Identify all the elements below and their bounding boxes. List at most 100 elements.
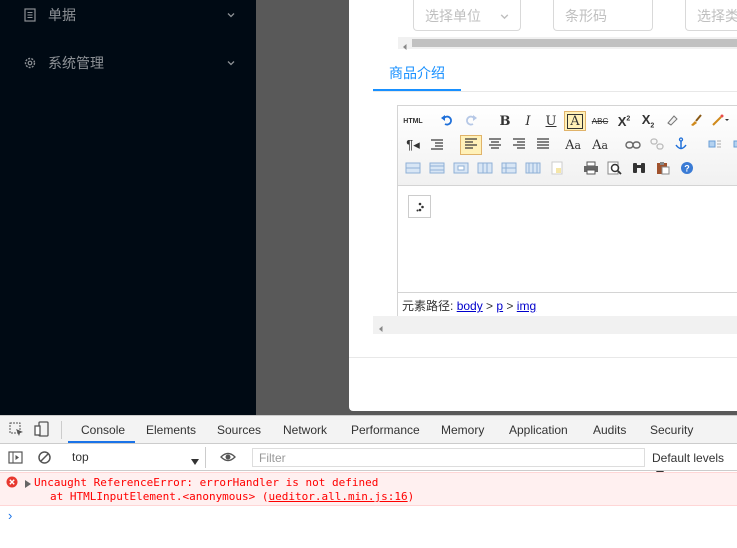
insert-col-button[interactable] (474, 159, 496, 179)
print-button[interactable] (580, 159, 602, 179)
arrow-left-icon[interactable] (401, 39, 409, 54)
tab-audits[interactable]: Audits (593, 423, 626, 437)
insert-row-button[interactable] (426, 159, 448, 179)
help-icon: ? (680, 161, 694, 178)
image-left-button[interactable] (704, 135, 726, 155)
paragraph-icon: ¶◂ (406, 137, 420, 152)
auto-format-button[interactable] (709, 111, 731, 131)
tab-console[interactable]: Console (81, 423, 125, 437)
link-button[interactable] (622, 135, 644, 155)
align-left-button[interactable] (460, 135, 482, 155)
strikethrough-button[interactable]: ABC (589, 111, 611, 131)
inspect-element-icon[interactable] (9, 422, 25, 441)
superscript-button[interactable]: X2 (613, 111, 635, 131)
font-case-icon: Aa (565, 137, 581, 153)
indent-button[interactable] (426, 135, 448, 155)
clipboard-icon (655, 161, 671, 178)
tab-memory[interactable]: Memory (441, 423, 484, 437)
subscript-button[interactable]: X2 (637, 111, 659, 131)
align-right-button[interactable] (508, 135, 530, 155)
modal-footer-divider (349, 357, 737, 358)
justify-icon (536, 137, 550, 153)
paste-plain-button[interactable] (652, 159, 674, 179)
table-row-icon (429, 162, 445, 177)
magnifier-icon (607, 161, 623, 178)
lowercase-button[interactable]: Aa (562, 135, 584, 155)
tab-product-intro[interactable]: 商品介绍 (389, 63, 445, 83)
justify-button[interactable] (532, 135, 554, 155)
editor-content[interactable] (398, 187, 737, 291)
toolbar-divider (61, 421, 62, 439)
console-prompt-icon[interactable]: › (8, 508, 12, 523)
underline-button[interactable]: U (540, 111, 562, 131)
barcode-input[interactable]: 条形码 (553, 0, 653, 31)
sidebar-item-label: 单据 (48, 7, 76, 23)
path-link-p[interactable]: p (496, 299, 503, 313)
tab-security[interactable]: Security (650, 423, 693, 437)
editor-horizontal-scrollbar[interactable] (373, 316, 737, 334)
insert-table-button[interactable] (402, 159, 424, 179)
anchor-button[interactable] (670, 135, 692, 155)
direction-ltr-button[interactable]: ¶◂ (402, 135, 424, 155)
image-center-button[interactable] (726, 135, 737, 155)
sidebar-toggle-icon[interactable] (8, 450, 23, 468)
delete-table-button[interactable] (546, 159, 568, 179)
sidebar-item-system[interactable]: 系统管理 (22, 51, 242, 75)
preview-button[interactable] (604, 159, 626, 179)
sidebar-item-label: 系统管理 (48, 55, 104, 71)
sidebar-item-documents[interactable]: 单据 (22, 3, 242, 27)
type-select[interactable]: 选择类 (685, 0, 737, 31)
expand-triangle-icon[interactable] (25, 478, 31, 491)
editor-toolbar: HTML B I U A ABC X2 X2 ¶◂ Aa Aa ? (398, 106, 737, 186)
tab-performance[interactable]: Performance (351, 423, 420, 437)
search-replace-button[interactable] (628, 159, 650, 179)
arrow-left-icon[interactable] (377, 321, 385, 336)
path-link-body[interactable]: body (457, 299, 483, 313)
active-tab-indicator (68, 441, 135, 443)
path-link-img[interactable]: img (517, 299, 536, 313)
uppercase-button[interactable]: Aa (589, 135, 611, 155)
image-placeholder-icon[interactable] (408, 195, 431, 218)
help-button[interactable]: ? (676, 159, 698, 179)
bold-button[interactable]: B (494, 111, 516, 131)
tab-network[interactable]: Network (283, 423, 327, 437)
format-painter-button[interactable] (685, 111, 707, 131)
tab-sources[interactable]: Sources (217, 423, 261, 437)
tab-application[interactable]: Application (509, 423, 568, 437)
magic-wand-icon (711, 113, 729, 130)
context-select[interactable]: top (66, 447, 206, 468)
delete-col-button[interactable] (498, 159, 520, 179)
document-icon (22, 7, 38, 23)
scrollbar-thumb[interactable] (412, 39, 737, 47)
gear-icon (22, 55, 38, 71)
subscript-icon: X2 (641, 112, 655, 130)
unit-select[interactable]: 选择单位 (413, 0, 521, 31)
filter-input[interactable]: Filter (252, 448, 645, 467)
html-source-button[interactable]: HTML (402, 111, 424, 131)
italic-button[interactable]: I (517, 111, 539, 131)
error-line-2: at HTMLInputElement.<anonymous> (ueditor… (50, 490, 414, 503)
tab-elements[interactable]: Elements (146, 423, 196, 437)
redo-button[interactable] (460, 111, 482, 131)
console-toolbar: top Filter Default levels (0, 445, 737, 477)
font-border-button[interactable]: A (564, 111, 586, 131)
filter-placeholder: Filter (259, 451, 286, 465)
undo-button[interactable] (436, 111, 458, 131)
merge-cells-button[interactable] (522, 159, 544, 179)
log-levels-label: Default levels (652, 451, 725, 465)
printer-icon (583, 161, 599, 178)
clear-console-icon[interactable] (37, 450, 52, 468)
eraser-button[interactable] (661, 111, 683, 131)
horizontal-scrollbar[interactable] (398, 37, 737, 50)
context-select-value: top (72, 450, 89, 464)
error-source-link[interactable]: ueditor.all.min.js:16 (269, 490, 408, 503)
eye-icon[interactable] (220, 450, 236, 467)
type-select-placeholder: 选择类 (697, 8, 737, 24)
device-toolbar-icon[interactable] (34, 421, 50, 440)
eraser-icon (665, 113, 679, 130)
align-center-button[interactable] (484, 135, 506, 155)
delete-row-button[interactable] (450, 159, 472, 179)
table-col-icon (477, 162, 493, 177)
unlink-button[interactable] (646, 135, 668, 155)
redo-icon (464, 113, 478, 130)
